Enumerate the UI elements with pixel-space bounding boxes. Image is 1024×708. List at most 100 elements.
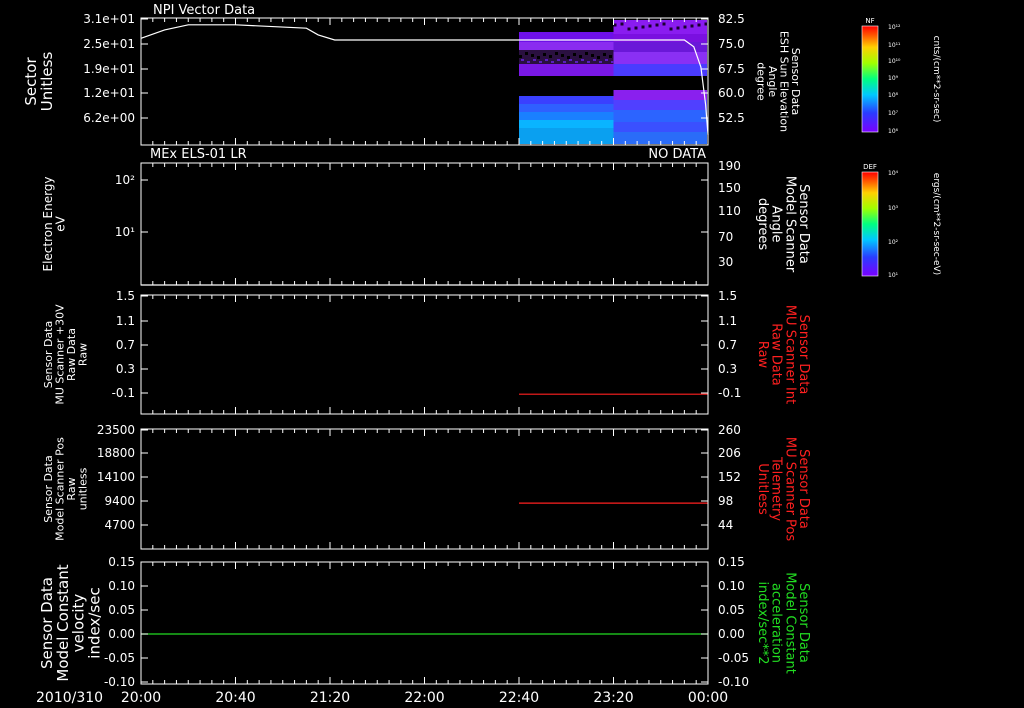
spectrogram-cell — [539, 61, 542, 63]
spectrogram-cell — [605, 59, 608, 61]
right-axis-title: degrees — [755, 198, 770, 251]
right-y-tick-label: 110 — [718, 204, 741, 218]
spectrogram-gap — [567, 56, 570, 59]
spectrogram-cell — [613, 42, 707, 52]
right-y-tick-label: 0.15 — [718, 555, 745, 569]
left-axis-title: unitless — [77, 467, 90, 510]
time-tick-label: 21:20 — [310, 690, 350, 706]
spectrogram-cell — [611, 61, 614, 63]
left-y-tick-label: -0.10 — [104, 675, 135, 689]
colorbar-units: ergs/(cm**2-sr-sec-eV) — [931, 173, 941, 275]
right-y-tick-label: 30 — [718, 255, 733, 269]
spectrogram-cell — [569, 59, 572, 61]
left-y-tick-label: -0.05 — [104, 651, 135, 665]
spectrogram-cell — [519, 42, 614, 50]
right-y-tick-label: 0.10 — [718, 579, 745, 593]
spectrogram-gap — [597, 56, 600, 59]
colorbar-title: DEF — [863, 163, 877, 171]
panel-3-frame — [140, 294, 709, 415]
spectrogram-gap — [662, 22, 666, 26]
spectrogram-cell — [519, 120, 614, 128]
colorbar-title: NF — [865, 17, 874, 25]
spectrogram-gap — [537, 56, 540, 59]
right-y-tick-label: 260 — [718, 423, 741, 437]
spectrogram-gap — [591, 54, 594, 57]
spectrogram-cell — [527, 61, 530, 63]
spectrogram-gap — [690, 24, 694, 28]
spectrogram-cell — [599, 61, 602, 63]
left-y-tick-label: 10² — [115, 173, 135, 187]
panel-4-frame — [140, 428, 709, 550]
spectrogram-gap — [609, 55, 612, 58]
right-y-tick-label: 60.0 — [718, 86, 745, 100]
spectrogram-cell — [545, 59, 548, 61]
colorbar-tick-label: 10⁷ — [888, 110, 899, 117]
left-y-tick-label: 0.3 — [116, 362, 135, 376]
spectrogram-gap — [579, 55, 582, 58]
panel-1-title: NPI Vector Data — [153, 3, 255, 18]
spectrogram-cell — [519, 96, 614, 104]
spectrogram-cell — [563, 61, 566, 63]
right-y-tick-label: 70 — [718, 230, 733, 244]
left-y-tick-label: 1.2e+01 — [83, 86, 135, 100]
spectrogram-gap — [585, 52, 588, 55]
left-y-tick-label: 0.10 — [108, 579, 135, 593]
colorbars-layer: NF 10¹² 10¹¹ 10¹⁰ 10⁹ 10⁸ 10⁷ 10⁶ cnts/(cm**2-sr… — [861, 17, 941, 279]
colorbar-1 — [861, 25, 879, 133]
spectrogram-cell — [613, 90, 707, 100]
spectrogram-cell — [519, 104, 614, 112]
colorbar-tick-label: 10³ — [888, 205, 899, 212]
spectrogram-cell — [575, 61, 578, 63]
panel-5-frame — [140, 561, 709, 685]
spectrogram-gap — [655, 23, 659, 27]
spectrogram-gap — [620, 22, 624, 26]
left-axis-title: Raw — [77, 343, 90, 366]
right-y-tick-label: 0.00 — [718, 627, 745, 641]
spectrogram-gap — [573, 53, 576, 56]
right-y-tick-label: 0.05 — [718, 603, 745, 617]
colorbar-tick-label: 10⁶ — [888, 128, 899, 135]
right-y-tick-label: 206 — [718, 446, 741, 460]
right-y-tick-label: -0.05 — [718, 651, 749, 665]
spectrogram-cell — [519, 112, 614, 120]
left-y-tick-label: 18800 — [97, 446, 135, 460]
right-axis-title: index/sec**2 — [755, 581, 770, 664]
left-y-tick-label: 0.05 — [108, 603, 135, 617]
right-y-tick-label: 0.3 — [718, 362, 737, 376]
spectrogram-gap — [697, 23, 701, 27]
spectrogram-gap — [704, 22, 708, 26]
right-y-tick-label: 44 — [718, 518, 733, 532]
colorbar-units: cnts/(cm**2-sr-sec) — [931, 36, 941, 123]
spectrogram-gap — [525, 52, 528, 55]
no-data-status: NO DATA — [648, 147, 706, 162]
spectrogram-cell — [613, 122, 707, 132]
right-axis-title: Raw — [755, 341, 770, 369]
left-y-tick-label: 3.1e+01 — [83, 12, 135, 26]
right-y-tick-label: 75.0 — [718, 37, 745, 51]
spectrogram-cell — [557, 59, 560, 61]
time-tick-label: 22:00 — [404, 690, 444, 706]
spectrogram-cell — [581, 59, 584, 61]
spectrogram-cell — [613, 52, 707, 64]
colorbar-tick-label: 10⁴ — [888, 170, 899, 177]
panel-2-frame — [140, 162, 709, 286]
left-y-tick-label: 0.7 — [116, 338, 135, 352]
spectrogram-cell — [551, 61, 554, 63]
right-y-tick-label: 52.5 — [718, 111, 745, 125]
spectrogram-gap — [634, 26, 638, 30]
spectrogram-cell — [533, 59, 536, 61]
spectrogram-gap — [549, 55, 552, 58]
spectrogram-gap — [561, 54, 564, 57]
time-tick-label: 20:40 — [215, 690, 255, 706]
right-y-tick-label: 190 — [718, 159, 741, 173]
right-axis-title: Unitless — [755, 463, 770, 515]
time-tick-label: 23:20 — [593, 690, 633, 706]
left-y-tick-label: -0.1 — [112, 386, 135, 400]
right-axis-title: degree — [754, 62, 767, 101]
spectrogram-cell — [613, 34, 707, 42]
colorbar-tick-label: 10⁹ — [888, 75, 899, 82]
left-axis-title: Unitless — [38, 52, 56, 112]
panel-2-title: MEx ELS-01 LR — [150, 147, 247, 162]
left-y-tick-label: 1.1 — [116, 314, 135, 328]
left-axis-title: index/sec — [85, 587, 103, 658]
